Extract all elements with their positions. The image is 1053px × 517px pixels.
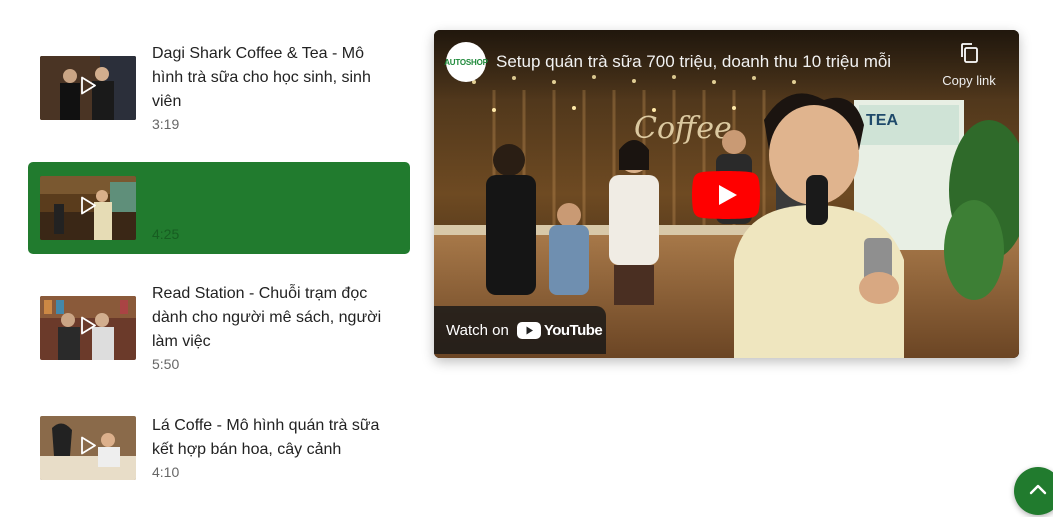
video-thumbnail bbox=[40, 176, 136, 240]
tea-banner: TEA bbox=[866, 112, 898, 129]
playlist-item-active[interactable]: 4:25 bbox=[28, 162, 410, 254]
play-icon bbox=[80, 436, 96, 460]
chevron-up-icon bbox=[1029, 482, 1047, 500]
back-to-top-button[interactable] bbox=[1014, 467, 1053, 515]
copy-link-button[interactable]: Copy link bbox=[939, 42, 999, 88]
playlist-item[interactable]: Dagi Shark Coffee & Tea - Mô hình trà sữ… bbox=[28, 40, 410, 132]
playlist-item-duration: 3:19 bbox=[152, 116, 180, 132]
playlist-item-duration: 4:25 bbox=[152, 226, 180, 242]
playlist-item-title: Lá Coffe - Mô hình quán trà sữa kết hợp … bbox=[152, 417, 380, 458]
video-title[interactable]: Setup quán trà sữa 700 triệu, doanh thu … bbox=[496, 52, 916, 72]
youtube-wordmark: YouTube bbox=[543, 321, 603, 339]
youtube-logo: YouTube bbox=[516, 321, 603, 339]
youtube-icon bbox=[516, 321, 541, 339]
copy-link-label: Copy link bbox=[942, 73, 996, 88]
playlist-item-title: Dagi Shark Coffee & Tea - Mô hình trà sữ… bbox=[152, 45, 371, 110]
youtube-player[interactable]: Coffee TEA AUTOSHOP Setup quán trà sữa 7… bbox=[434, 30, 1019, 358]
playlist-item-title: Read Station - Chuỗi trạm đọc dành cho n… bbox=[152, 285, 382, 350]
playlist-item-duration: 4:10 bbox=[152, 464, 180, 480]
video-thumbnail bbox=[40, 56, 136, 120]
playlist-item[interactable]: Lá Coffe - Mô hình quán trà sữa kết hợp … bbox=[28, 410, 410, 494]
play-icon bbox=[80, 196, 96, 220]
cafe-sign: Coffee bbox=[634, 111, 732, 146]
playlist-item-duration: 5:50 bbox=[152, 356, 180, 372]
play-icon bbox=[80, 76, 96, 100]
video-thumbnail bbox=[40, 416, 136, 480]
channel-logo-text: AUTOSHOP bbox=[444, 57, 488, 67]
youtube-play-button[interactable] bbox=[692, 171, 760, 219]
watch-on-youtube-button[interactable]: Watch on YouTube bbox=[434, 306, 606, 354]
playlist-item[interactable]: Read Station - Chuỗi trạm đọc dành cho n… bbox=[28, 280, 410, 372]
channel-logo[interactable]: AUTOSHOP bbox=[444, 42, 488, 82]
video-thumbnail bbox=[40, 296, 136, 360]
copy-icon bbox=[939, 42, 999, 67]
play-icon bbox=[80, 316, 96, 340]
watch-on-label: Watch on bbox=[446, 321, 509, 339]
